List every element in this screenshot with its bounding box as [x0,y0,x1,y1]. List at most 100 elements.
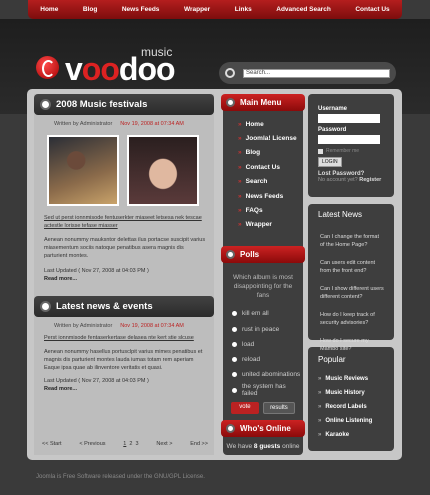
main-menu: Home Joomla! License Blog Contact Us Sea… [223,117,303,232]
article-title-bar: 2008 Music festivals [34,94,214,115]
menu-item-blog[interactable]: Blog [223,146,303,160]
bullet-icon [42,303,49,310]
menu-item-wrapper[interactable]: Wrapper [223,218,303,232]
menu-item-news-feeds[interactable]: News Feeds [223,189,303,203]
top-navigation: Home Blog News Feeds Wrapper Links Advan… [28,0,402,19]
nav-home[interactable]: Home [40,6,58,13]
nav-contact-us[interactable]: Contact Us [355,6,389,13]
last-updated: Last Updated ( Nov 27, 2008 at 04:03 PM … [44,268,149,274]
nav-wrapper[interactable]: Wrapper [184,6,210,13]
poll-option[interactable]: united abominations [223,367,303,382]
article-link[interactable]: Sed ut perst ionnmisode fentuserkter mia… [44,215,202,229]
article-photos [47,135,214,206]
username-field[interactable] [318,114,380,123]
article-title[interactable]: Latest news & events [56,301,153,312]
pager-page-1[interactable]: 1 [123,441,126,447]
pagination: << Start < Previous 1 2 3 Next > End >> [42,441,208,447]
middle-column: Main Menu Home Joomla! License Blog Cont… [221,94,305,455]
pager-page-2[interactable]: 2 [129,441,132,447]
register-link[interactable]: Register [359,177,381,183]
popular-item[interactable]: Karaoke [318,428,384,442]
radio-icon[interactable] [232,326,237,332]
username-label: Username [318,106,348,112]
popular-panel: Popular Music Reviews Music History Reco… [308,347,394,451]
menu-item-faqs[interactable]: FAQs [223,203,303,217]
pager-start[interactable]: << Start [42,441,62,447]
article-link[interactable]: Perst ionnmisode fentaserkertase delasea… [44,335,194,341]
menu-item-home[interactable]: Home [223,117,303,131]
pager-end[interactable]: End >> [190,441,208,447]
popular-title: Popular [318,355,346,364]
bullet-icon [228,425,233,431]
popular-item[interactable]: Music Reviews [318,372,384,386]
site-logo[interactable]: voodoo music [36,45,176,87]
whos-online-text: We have 8 guests online [226,442,300,450]
news-item[interactable]: Can I show different users different con… [320,286,384,301]
popular-item[interactable]: Record Labels [318,400,384,414]
poll-option[interactable]: reload [223,352,303,367]
login-panel: Username Password Remember me LOGIN Lost… [308,94,394,197]
menu-item-search[interactable]: Search [223,175,303,189]
radio-icon[interactable] [232,341,237,347]
radio-icon[interactable] [232,311,237,317]
bullet-icon [228,252,233,258]
login-button[interactable]: LOGIN [318,157,342,167]
poll-option[interactable]: load [223,337,303,352]
logo-subtitle: music [141,45,173,59]
poll-option[interactable]: kill em all [223,306,303,321]
read-more-link[interactable]: Read more... [44,275,206,283]
nav-news-feeds[interactable]: News Feeds [122,6,160,13]
register-line: No account yet? Register [318,177,382,183]
menu-item-contact[interactable]: Contact Us [223,160,303,174]
latest-news-panel: Latest News Can I change the format of t… [308,204,394,352]
content-container: 2008 Music festivals Written by Administ… [27,89,402,460]
news-item[interactable]: Can users edit content from the front en… [320,260,384,275]
pager-page-3[interactable]: 3 [136,441,139,447]
article-text: Aenean nonummy hasellus portusclpit vari… [44,349,203,371]
footer-text: Joomla is Free Software released under t… [36,474,205,480]
results-button[interactable]: results [263,401,295,414]
search-input[interactable]: Search... [243,68,390,78]
search-icon[interactable] [225,68,235,78]
popular-item[interactable]: Online Listening [318,414,384,428]
vote-button[interactable]: vote [231,401,259,414]
news-item[interactable]: How do I keep track of security advisori… [320,312,384,327]
article-body: Perst ionnmisode fentaserkertase delasea… [44,334,206,393]
article-title[interactable]: 2008 Music festivals [56,99,147,110]
password-field[interactable] [318,135,380,144]
polls-header: Polls [221,246,305,264]
poll-option[interactable]: rust in peace [223,321,303,336]
radio-icon[interactable] [232,372,237,378]
radio-icon[interactable] [232,357,237,363]
main-column: 2008 Music festivals Written by Administ… [34,94,214,455]
article-text: Aenean nonummy mauksntor delettas ilus p… [44,237,206,259]
whos-online-header: Who's Online [221,419,305,437]
remember-me[interactable]: Remember me [318,148,384,154]
radio-icon[interactable] [232,387,237,393]
nav-advanced-search[interactable]: Advanced Search [276,6,331,13]
poll-option[interactable]: the system has failed [223,383,303,398]
article-meta: Written by Administrator Nov 19, 2008 at … [54,121,184,127]
popular-item[interactable]: Music History [318,386,384,400]
news-item[interactable]: Can I change the format of the Home Page… [320,234,384,249]
menu-item-license[interactable]: Joomla! License [223,131,303,145]
last-updated: Last Updated ( Nov 27, 2008 at 04:03 PM … [44,378,149,384]
poll-options: kill em all rust in peace load reload un… [223,306,303,398]
article-meta: Written by Administrator Nov 19, 2008 at … [54,323,184,329]
article-body: Sed ut perst ionnmisode fentuserkter mia… [44,214,206,283]
pager-previous[interactable]: < Previous [79,441,105,447]
password-label: Password [318,127,347,133]
bullet-icon [228,100,233,105]
woman-portrait-photo [127,135,199,206]
bass-clef-logo-icon [36,56,59,79]
nav-links[interactable]: Links [235,6,252,13]
pager-next[interactable]: Next > [156,441,172,447]
nav-blog[interactable]: Blog [83,6,97,13]
right-column: Username Password Remember me LOGIN Lost… [308,94,394,455]
read-more-link[interactable]: Read more... [44,385,206,393]
main-menu-header: Main Menu [221,94,305,111]
checkbox-icon[interactable] [318,148,323,154]
search-box: Search... [219,62,396,84]
logo-wordmark: voodoo [65,51,176,87]
guitarist-photo [47,135,119,206]
